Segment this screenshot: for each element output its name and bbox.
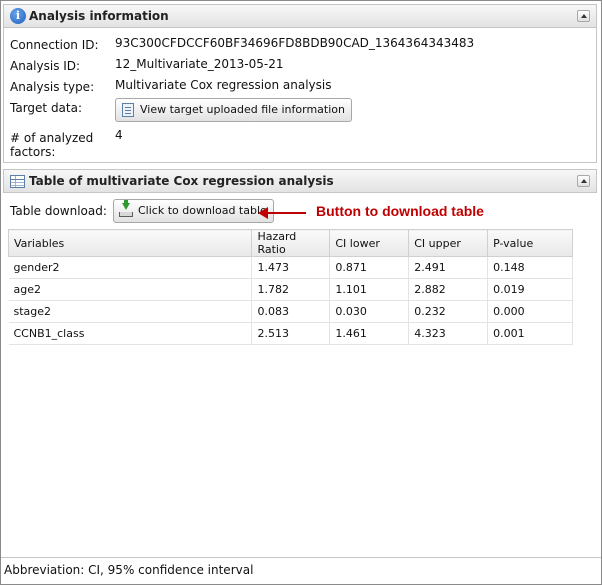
view-target-file-button[interactable]: View target uploaded file information (115, 98, 352, 122)
cell-variable: stage2 (8, 300, 253, 323)
cell-ci-upper: 2.491 (408, 256, 489, 279)
document-icon (122, 103, 134, 117)
analysis-type-label: Analysis type: (10, 80, 95, 94)
annotation-text: Button to download table (316, 203, 484, 219)
connection-id-value: 93C300CFDCCF60BF34696FD8BDB90CAD_1364364… (115, 36, 475, 50)
table-panel-header[interactable]: Table of multivariate Cox regression ana… (3, 169, 597, 193)
analysis-id-value: 12_Multivariate_2013-05-21 (115, 57, 284, 71)
download-icon (119, 200, 133, 218)
column-header-ci-lower[interactable]: CI lower (329, 229, 410, 257)
footer-divider (1, 557, 601, 558)
cell-p-value: 0.019 (487, 278, 573, 301)
column-header-ci-upper[interactable]: CI upper (408, 229, 489, 257)
analysis-info-body: Connection ID: 93C300CFDCCF60BF34696FD8B… (3, 28, 597, 163)
cell-hazard-ratio: 2.513 (251, 322, 331, 345)
view-target-file-button-label: View target uploaded file information (140, 103, 345, 116)
cell-variable: CCNB1_class (8, 322, 253, 345)
cell-hazard-ratio: 1.473 (251, 256, 331, 279)
cell-p-value: 0.148 (487, 256, 573, 279)
cell-variable: gender2 (8, 256, 253, 279)
cell-hazard-ratio: 1.782 (251, 278, 331, 301)
table-row[interactable]: CCNB1_class 2.513 1.461 4.323 0.001 (8, 322, 573, 345)
table-header-row: Variables Hazard Ratio CI lower CI upper… (7, 229, 573, 257)
cell-ci-lower: 1.461 (329, 322, 410, 345)
table-icon (10, 175, 25, 188)
analysis-type-value: Multivariate Cox regression analysis (115, 78, 332, 92)
abbreviation-note: Abbreviation: CI, 95% confidence interva… (4, 563, 254, 577)
analyzed-factors-value: 4 (115, 128, 123, 142)
analysis-info-header[interactable]: i Analysis information (3, 4, 597, 28)
cell-ci-upper: 0.232 (408, 300, 489, 323)
column-header-hazard-ratio[interactable]: Hazard Ratio (251, 229, 331, 257)
cox-regression-table: Variables Hazard Ratio CI lower CI upper… (7, 229, 573, 345)
column-header-p-value[interactable]: P-value (487, 229, 573, 257)
table-download-label: Table download: (10, 204, 107, 218)
table-panel-title: Table of multivariate Cox regression ana… (29, 174, 334, 188)
analysis-id-label: Analysis ID: (10, 59, 81, 73)
cell-hazard-ratio: 0.083 (251, 300, 331, 323)
table-row[interactable]: stage2 0.083 0.030 0.232 0.000 (8, 300, 573, 323)
collapse-analysis-info-button[interactable] (577, 10, 590, 22)
download-table-button[interactable]: Click to download table (113, 199, 274, 223)
cell-ci-upper: 4.323 (408, 322, 489, 345)
table-row[interactable]: gender2 1.473 0.871 2.491 0.148 (8, 256, 573, 279)
column-header-variables[interactable]: Variables (7, 229, 253, 257)
cell-ci-lower: 0.030 (329, 300, 410, 323)
collapse-table-panel-button[interactable] (577, 175, 590, 187)
cell-variable: age2 (8, 278, 253, 301)
cell-p-value: 0.001 (487, 322, 573, 345)
target-data-label: Target data: (10, 101, 83, 115)
cell-p-value: 0.000 (487, 300, 573, 323)
cell-ci-lower: 1.101 (329, 278, 410, 301)
connection-id-label: Connection ID: (10, 38, 99, 52)
analyzed-factors-label-line2: factors: (10, 145, 56, 159)
analyzed-factors-label-line1: # of analyzed (10, 131, 94, 145)
analysis-info-title: Analysis information (29, 9, 169, 23)
download-table-button-label: Click to download table (138, 204, 267, 217)
cell-ci-lower: 0.871 (329, 256, 410, 279)
table-row[interactable]: age2 1.782 1.101 2.882 0.019 (8, 278, 573, 301)
info-icon: i (10, 8, 26, 24)
cell-ci-upper: 2.882 (408, 278, 489, 301)
